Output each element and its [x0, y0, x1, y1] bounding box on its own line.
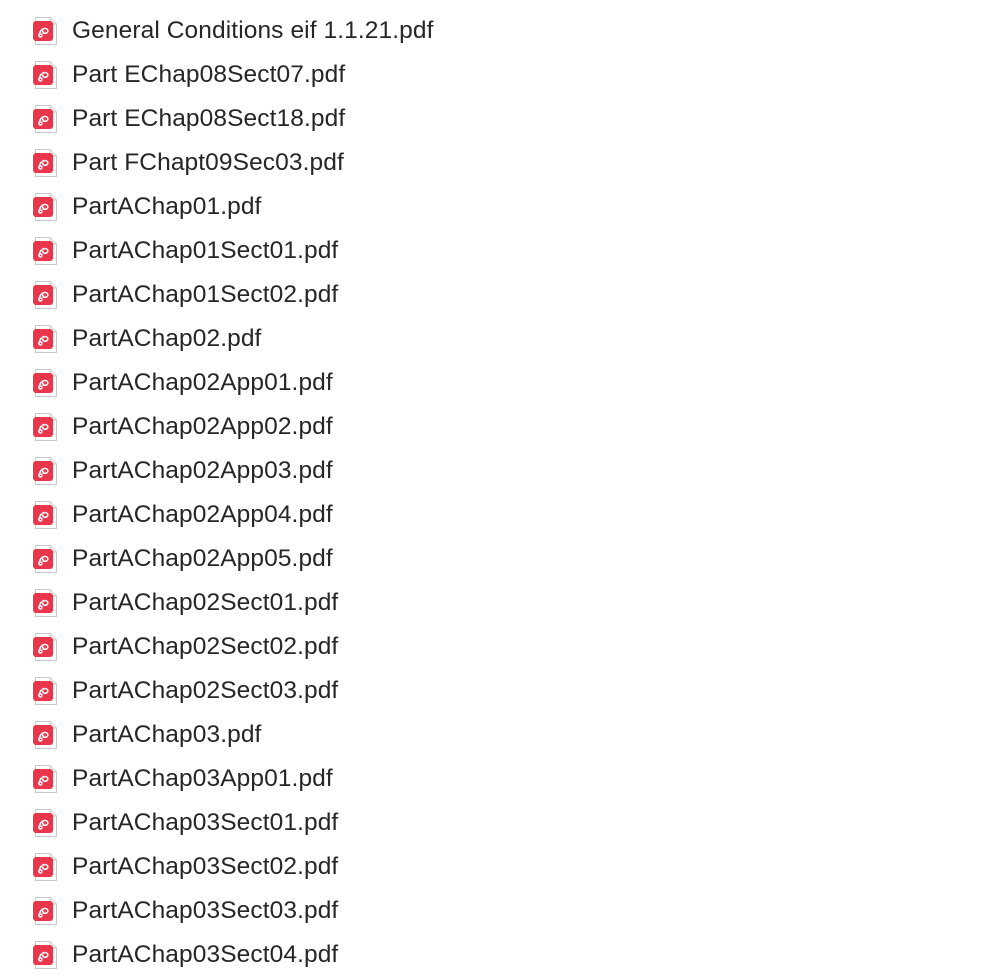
file-name: Part EChap08Sect07.pdf: [72, 61, 346, 88]
file-row[interactable]: PartAChap03Sect02.pdf: [0, 845, 990, 889]
file-row[interactable]: PartAChap02Sect02.pdf: [0, 625, 990, 669]
file-row[interactable]: PartAChap02.pdf: [0, 317, 990, 361]
file-name: PartAChap03Sect03.pdf: [72, 897, 339, 924]
pdf-document-icon: [32, 236, 58, 266]
file-name: PartAChap03Sect02.pdf: [72, 853, 339, 880]
pdf-document-icon: [32, 104, 58, 134]
file-row[interactable]: PartAChap03App01.pdf: [0, 757, 990, 801]
pdf-document-icon: [32, 324, 58, 354]
pdf-document-icon: [32, 192, 58, 222]
file-row[interactable]: PartAChap02Sect01.pdf: [0, 581, 990, 625]
file-name: PartAChap01Sect02.pdf: [72, 281, 339, 308]
file-name: PartAChap02App04.pdf: [72, 501, 333, 528]
file-row[interactable]: PartAChap01Sect02.pdf: [0, 273, 990, 317]
pdf-document-icon: [32, 588, 58, 618]
file-name: PartAChap01.pdf: [72, 193, 262, 220]
file-row[interactable]: Part EChap08Sect18.pdf: [0, 97, 990, 141]
file-name: PartAChap02App01.pdf: [72, 369, 333, 396]
pdf-document-icon: [32, 764, 58, 794]
file-row[interactable]: PartAChap03Sect01.pdf: [0, 801, 990, 845]
pdf-document-icon: [32, 632, 58, 662]
pdf-document-icon: [32, 280, 58, 310]
file-name: PartAChap03Sect04.pdf: [72, 941, 339, 968]
pdf-document-icon: [32, 456, 58, 486]
file-row[interactable]: PartAChap02App04.pdf: [0, 493, 990, 537]
file-name: PartAChap02App02.pdf: [72, 413, 333, 440]
file-row[interactable]: PartAChap03Sect04.pdf: [0, 933, 990, 977]
pdf-document-icon: [32, 896, 58, 926]
file-name: PartAChap02Sect03.pdf: [72, 677, 339, 704]
file-row[interactable]: Part EChap08Sect07.pdf: [0, 53, 990, 97]
file-name: PartAChap02App03.pdf: [72, 457, 333, 484]
pdf-document-icon: [32, 808, 58, 838]
file-name: PartAChap02.pdf: [72, 325, 262, 352]
file-row[interactable]: PartAChap02App01.pdf: [0, 361, 990, 405]
file-row[interactable]: PartAChap03Sect03.pdf: [0, 889, 990, 933]
pdf-document-icon: [32, 852, 58, 882]
file-name: PartAChap03.pdf: [72, 721, 262, 748]
pdf-document-icon: [32, 368, 58, 398]
file-row[interactable]: PartAChap01.pdf: [0, 185, 990, 229]
file-row[interactable]: Part FChapt09Sec03.pdf: [0, 141, 990, 185]
pdf-document-icon: [32, 16, 58, 46]
file-name: PartAChap03App01.pdf: [72, 765, 333, 792]
file-row[interactable]: PartAChap02App03.pdf: [0, 449, 990, 493]
pdf-document-icon: [32, 412, 58, 442]
pdf-document-icon: [32, 148, 58, 178]
file-row[interactable]: PartAChap01Sect01.pdf: [0, 229, 990, 273]
file-name: PartAChap03Sect01.pdf: [72, 809, 339, 836]
file-name: Part EChap08Sect18.pdf: [72, 105, 346, 132]
file-row[interactable]: PartAChap02App02.pdf: [0, 405, 990, 449]
file-name: PartAChap02Sect01.pdf: [72, 589, 339, 616]
pdf-document-icon: [32, 720, 58, 750]
file-name: PartAChap02Sect02.pdf: [72, 633, 339, 660]
file-list: General Conditions eif 1.1.21.pdf Part E…: [0, 9, 990, 977]
file-name: PartAChap02App05.pdf: [72, 545, 333, 572]
pdf-document-icon: [32, 676, 58, 706]
file-name: PartAChap01Sect01.pdf: [72, 237, 339, 264]
file-row[interactable]: General Conditions eif 1.1.21.pdf: [0, 9, 990, 53]
pdf-document-icon: [32, 60, 58, 90]
pdf-document-icon: [32, 500, 58, 530]
pdf-document-icon: [32, 544, 58, 574]
file-row[interactable]: PartAChap03.pdf: [0, 713, 990, 757]
file-name: Part FChapt09Sec03.pdf: [72, 149, 344, 176]
file-row[interactable]: PartAChap02Sect03.pdf: [0, 669, 990, 713]
file-name: General Conditions eif 1.1.21.pdf: [72, 17, 434, 44]
file-row[interactable]: PartAChap02App05.pdf: [0, 537, 990, 581]
pdf-document-icon: [32, 940, 58, 970]
